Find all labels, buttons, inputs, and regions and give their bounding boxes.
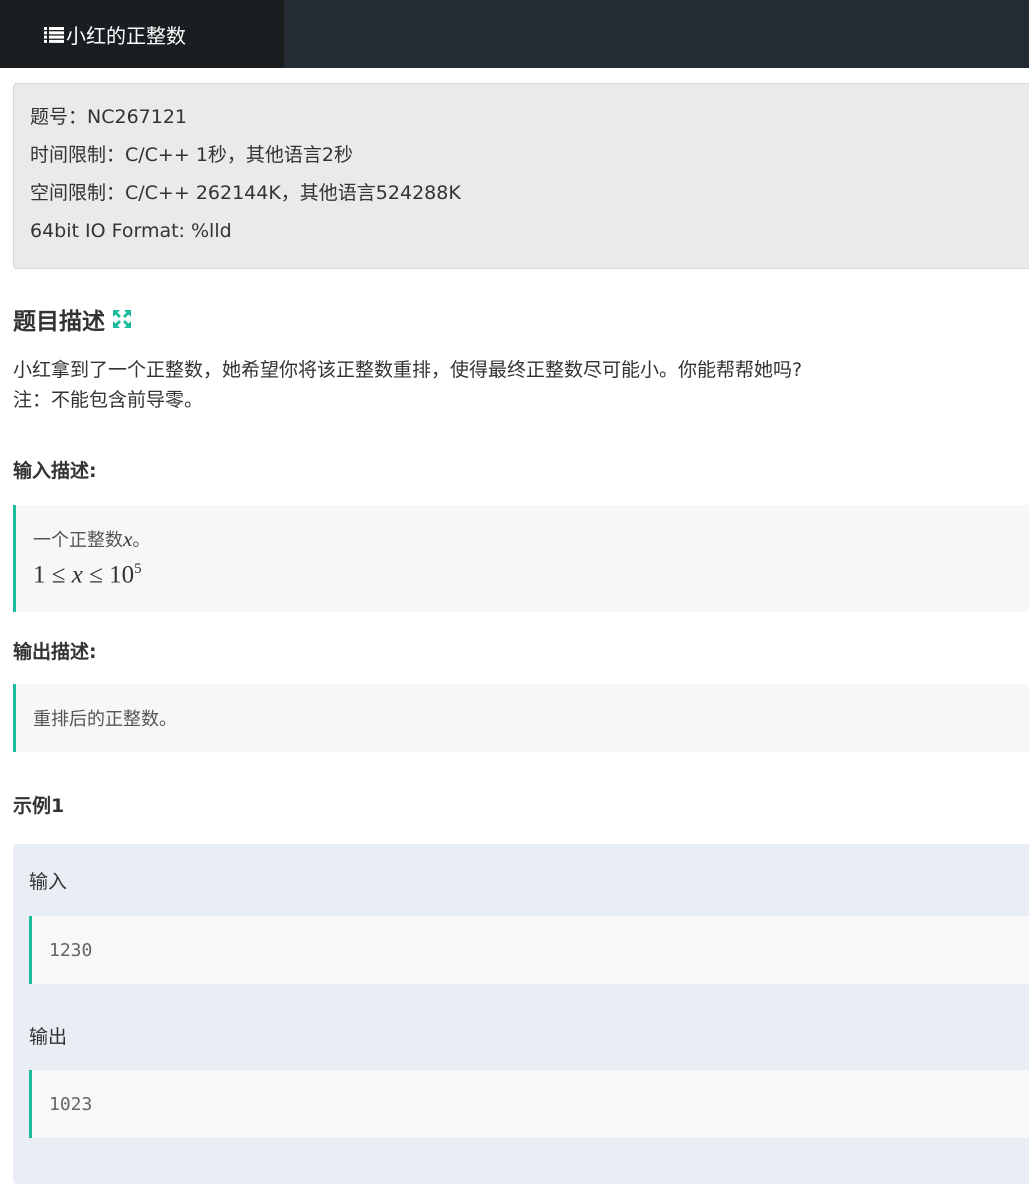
problem-info-box: 题号：NC267121 时间限制：C/C++ 1秒，其他语言2秒 空间限制：C/… — [13, 83, 1029, 269]
description-heading-label: 题目描述 — [13, 309, 105, 335]
example-heading: 示例1 — [13, 795, 65, 817]
output-desc-text: 重排后的正整数。 — [33, 709, 177, 730]
list-icon — [44, 27, 64, 43]
description-heading: 题目描述 — [13, 302, 132, 336]
top-bar: 小红的正整数 — [0, 0, 1029, 68]
formula-lhs: 1 — [33, 561, 46, 589]
tab-problem-title[interactable]: 小红的正整数 — [0, 0, 284, 68]
formula-base: 10 — [109, 561, 135, 589]
formula-var: x — [71, 561, 83, 589]
description-line-2: 注：不能包含前导零。 — [13, 389, 204, 411]
example-input-label: 输入 — [29, 871, 68, 893]
description-body: 小红拿到了一个正整数，她希望你将该正整数重排，使得最终正整数尽可能小。你能帮帮她… — [13, 355, 802, 415]
time-limit: 时间限制：C/C++ 1秒，其他语言2秒 — [30, 144, 353, 166]
output-desc-box: 重排后的正整数。 — [13, 684, 1029, 752]
tab-title-label: 小红的正整数 — [66, 23, 186, 48]
formula-op-2: ≤ — [89, 561, 103, 589]
example-panel: 输入 1230 输出 1023 — [13, 844, 1029, 1184]
memory-limit: 空间限制：C/C++ 262144K，其他语言524288K — [30, 182, 461, 204]
input-desc-box: 一个正整数x。 1 ≤ x ≤ 105 — [13, 505, 1029, 612]
example-output-code[interactable]: 1023 — [29, 1070, 1029, 1138]
io-format: 64bit IO Format: %lld — [30, 220, 232, 242]
problem-id: 题号：NC267121 — [30, 106, 188, 128]
formula-exponent: 5 — [134, 561, 142, 577]
description-line-1: 小红拿到了一个正整数，她希望你将该正整数重排，使得最终正整数尽可能小。你能帮帮她… — [13, 359, 803, 381]
output-desc-heading: 输出描述: — [13, 641, 97, 663]
input-constraint-formula: 1 ≤ x ≤ 105 — [33, 561, 142, 589]
formula-op-1: ≤ — [51, 561, 66, 589]
expand-icon[interactable] — [112, 309, 132, 329]
input-desc-suffix: 。 — [132, 530, 151, 551]
input-desc-heading: 输入描述: — [13, 460, 97, 482]
input-desc-prefix: 一个正整数 — [33, 530, 123, 551]
example-output-label: 输出 — [29, 1026, 68, 1048]
input-desc-var: x — [123, 527, 133, 551]
example-output-value: 1023 — [49, 1093, 93, 1115]
example-input-code[interactable]: 1230 — [29, 916, 1029, 984]
example-input-value: 1230 — [49, 939, 93, 961]
input-desc-text: 一个正整数x。 — [33, 526, 150, 552]
